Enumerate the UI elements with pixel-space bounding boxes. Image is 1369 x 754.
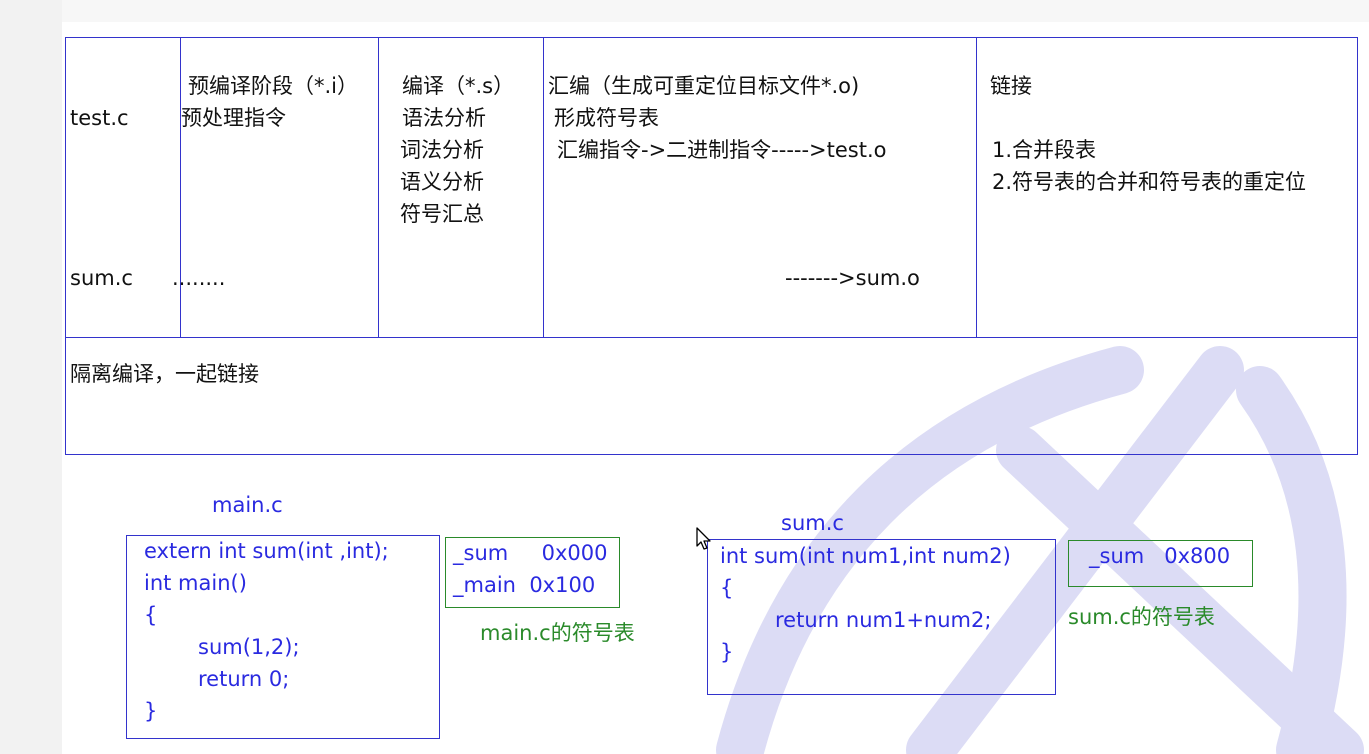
symbol-entry: _sum 0x000: [453, 541, 608, 565]
link-title: 链接: [990, 74, 1032, 98]
sum-c-label: sum.c: [781, 511, 844, 535]
code-line: return 0;: [198, 667, 290, 691]
precompile-title: 预编译阶段（*.i）: [188, 74, 359, 98]
code-line: int main(): [144, 571, 247, 595]
precompile-line: 预处理指令: [181, 106, 286, 130]
column-divider: [378, 37, 379, 338]
link-item: 2.符号表的合并和符号表的重定位: [992, 170, 1307, 194]
code-line: return num1+num2;: [775, 608, 992, 632]
code-line: sum(1,2);: [198, 635, 300, 659]
sum-c-symbol-caption: sum.c的符号表: [1068, 605, 1215, 629]
compile-step: 词法分析: [400, 138, 484, 162]
code-line: {: [720, 576, 734, 600]
assemble-line: 汇编指令->二进制指令----->test.o: [557, 138, 887, 162]
column-divider: [543, 37, 544, 338]
symbol-entry: _sum 0x800: [1089, 544, 1231, 568]
assemble-sum-row: ------->sum.o: [785, 266, 920, 290]
link-item: 1.合并段表: [992, 138, 1097, 162]
main-c-symbol-caption: main.c的符号表: [480, 621, 635, 645]
main-c-label: main.c: [212, 493, 283, 517]
symbol-entry: _main 0x100: [453, 573, 596, 597]
code-line: extern int sum(int ,int);: [144, 539, 389, 563]
assemble-title: 汇编（生成可重定位目标文件*.o): [548, 74, 860, 98]
compile-title: 编译（*.s）: [402, 74, 515, 98]
precompile-sum-row: ........: [172, 266, 226, 290]
code-line: {: [144, 603, 158, 627]
left-gutter: [0, 0, 62, 754]
assemble-line: 形成符号表: [554, 106, 659, 130]
row-divider: [65, 337, 1358, 338]
compile-step: 符号汇总: [400, 202, 484, 226]
top-strip: [62, 0, 1369, 22]
code-line: int sum(int num1,int num2): [720, 544, 1011, 568]
compile-step: 语法分析: [402, 106, 486, 130]
compile-step: 语义分析: [400, 170, 484, 194]
mouse-pointer-icon: [696, 527, 711, 550]
note-text: 隔离编译，一起链接: [70, 362, 259, 386]
code-line: }: [144, 699, 158, 723]
code-line: }: [720, 640, 734, 664]
file-sum-c: sum.c: [70, 266, 133, 290]
column-divider: [976, 37, 977, 338]
file-test-c: test.c: [70, 106, 129, 130]
